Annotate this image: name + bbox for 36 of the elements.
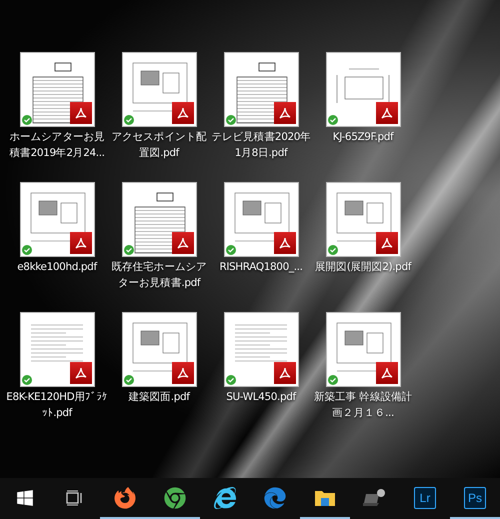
pdf-badge-icon [376, 232, 398, 254]
file-name: テレビ見積書2020年1月8日.pdf [210, 130, 312, 161]
pdf-badge-icon [376, 102, 398, 124]
start-icon [16, 488, 34, 506]
pdf-badge-icon [172, 232, 194, 254]
pdf-badge-icon [70, 232, 92, 254]
app-tile: Lr [414, 486, 436, 508]
file-name: 既存住宅ホームシアターお見積書.pdf [110, 260, 208, 291]
taskbar-button[interactable]: Lr [400, 478, 450, 519]
file-name: 展開図(展開図2).pdf [314, 260, 413, 275]
pdf-badge-icon [274, 102, 296, 124]
file-name: ホームシアターお見積書2019年2月24... [8, 130, 106, 161]
pdf-badge-icon [70, 102, 92, 124]
fox-globe-icon [114, 486, 136, 508]
laptop-gear-icon [363, 488, 387, 508]
app-tile: Ps [464, 486, 486, 508]
file-name: KJ-65Z9F.pdf [332, 130, 395, 145]
pdf-badge-icon [172, 102, 194, 124]
pdf-badge-icon [172, 362, 194, 384]
file-name: 新築工事 幹線設備計画２月１６... [312, 390, 414, 421]
pdf-badge-icon [274, 362, 296, 384]
pdf-badge-icon [274, 232, 296, 254]
taskbar-button[interactable]: Ps [450, 478, 500, 519]
task-view-icon [66, 490, 84, 506]
file-name: 建築図面.pdf [127, 390, 192, 405]
file-name: アクセスポイント配置図.pdf [110, 130, 208, 161]
round-browser-icon [164, 486, 186, 508]
folder-icon [314, 488, 336, 506]
pdf-badge-icon [376, 362, 398, 384]
file-name: e8kke100hd.pdf [16, 260, 98, 275]
pdf-badge-icon [70, 362, 92, 384]
e-letter-icon [264, 486, 286, 508]
file-name: E8K-KE120HD用ﾌﾞﾗｹｯﾄ.pdf [6, 390, 108, 421]
file-name: RISHRAQ1800_... [218, 260, 304, 275]
file-name: SU-WL450.pdf [225, 390, 298, 405]
e-letter-icon [214, 486, 236, 508]
